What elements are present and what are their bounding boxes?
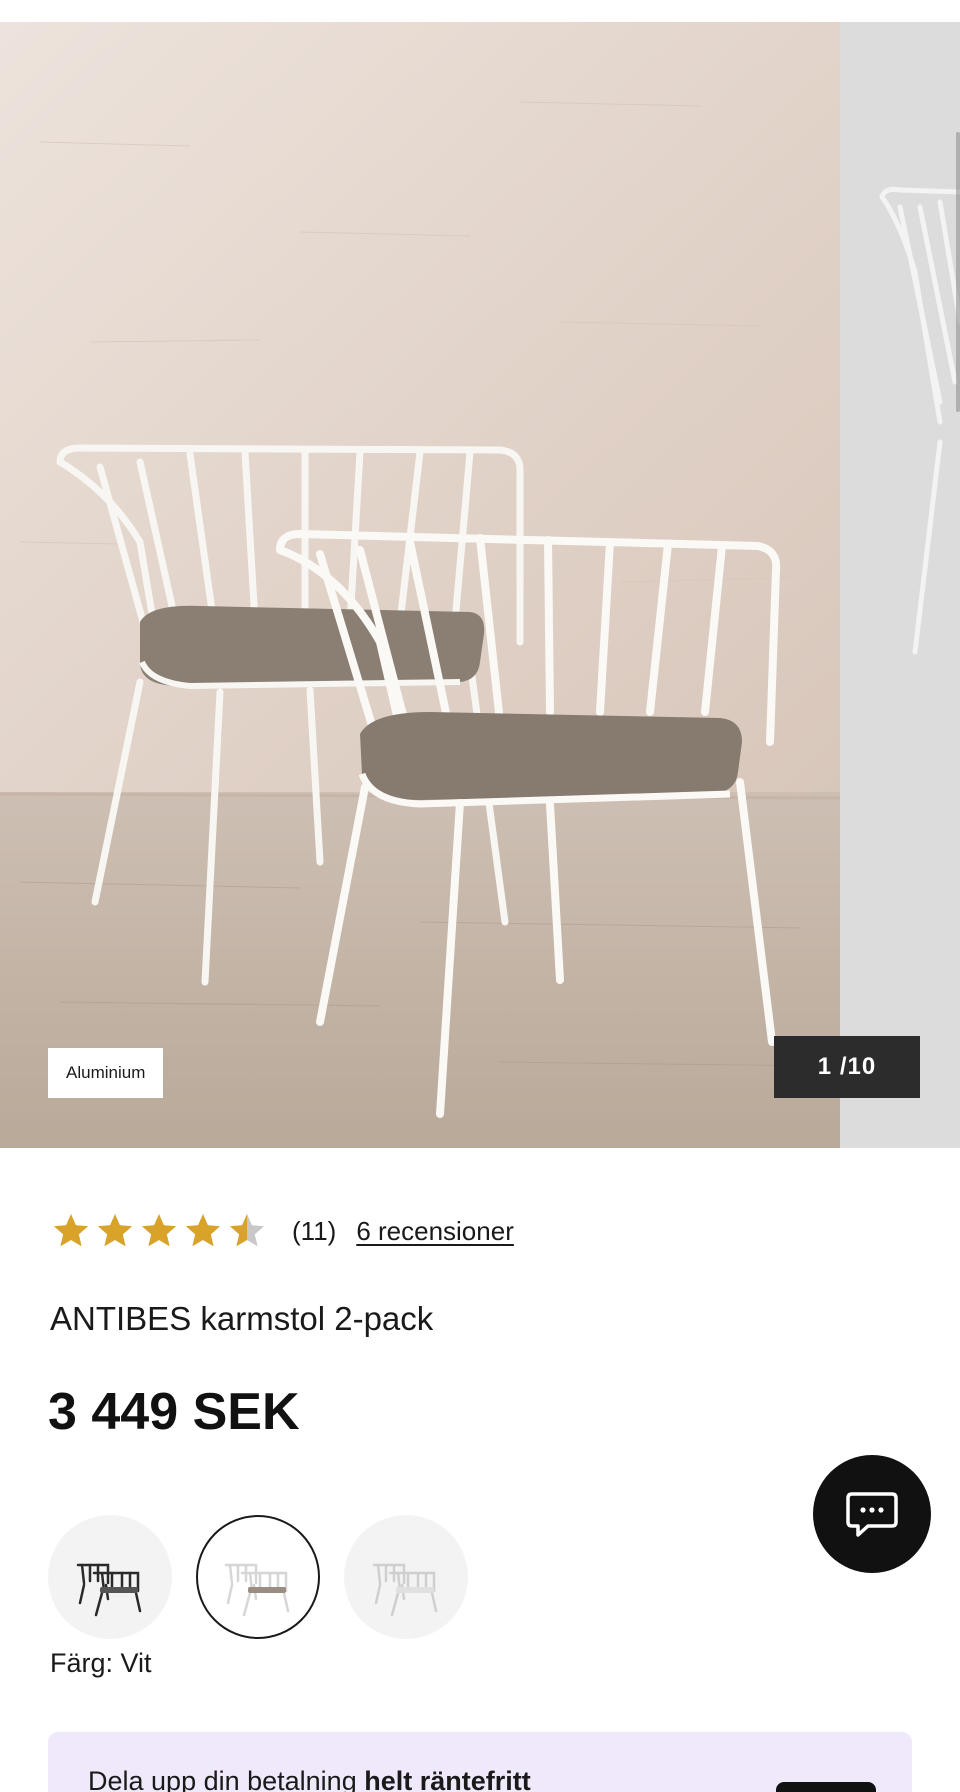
star-icon — [98, 1214, 132, 1247]
chair-white-thumbnail — [224, 1563, 290, 1617]
swatch-white-grey[interactable] — [344, 1515, 468, 1639]
product-image-gallery[interactable]: Aluminium 1 /10 — [0, 22, 960, 1148]
payment-text-bold: helt räntefritt — [364, 1766, 531, 1792]
gallery-scroll-indicator — [956, 132, 960, 412]
chair-black-thumbnail — [76, 1563, 142, 1617]
material-badge: Aluminium — [48, 1048, 164, 1098]
rating-count: (11) — [292, 1215, 337, 1246]
payment-provider-logo — [776, 1782, 876, 1792]
next-product-image[interactable] — [840, 22, 960, 1148]
product-title: ANTIBES karmstol 2-pack — [50, 1300, 434, 1337]
star-icon — [230, 1214, 264, 1247]
star-icon — [186, 1214, 220, 1247]
payment-banner[interactable]: Dela upp din betalning helt räntefritt — [48, 1732, 912, 1792]
star-icon — [54, 1214, 88, 1247]
color-swatches — [48, 1515, 492, 1639]
product-image[interactable] — [0, 22, 840, 1148]
star-icon — [142, 1214, 176, 1247]
chair-white-grey-thumbnail — [372, 1563, 438, 1617]
payment-text-regular: Dela upp din betalning — [88, 1766, 365, 1792]
payment-banner-text: Dela upp din betalning helt räntefritt — [88, 1766, 531, 1792]
swatch-white[interactable] — [196, 1515, 320, 1639]
reviews-link[interactable]: 6 recensioner — [356, 1216, 514, 1247]
swatch-black[interactable] — [48, 1515, 172, 1639]
rating-stars — [52, 1212, 272, 1250]
chat-bubble-icon — [846, 1492, 898, 1537]
chat-button[interactable] — [813, 1455, 931, 1573]
product-rating[interactable]: (11) 6 recensioner — [52, 1212, 514, 1250]
status-area — [0, 0, 960, 22]
product-price: 3 449 SEK — [48, 1383, 300, 1441]
color-label: Färg: Vit — [50, 1648, 152, 1678]
image-counter: 1 /10 — [774, 1036, 920, 1098]
